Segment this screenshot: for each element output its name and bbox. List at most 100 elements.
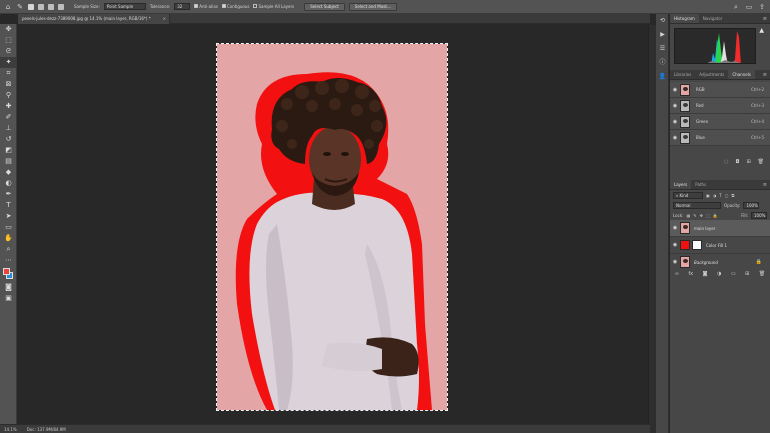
history-icon[interactable]: ⟲ [656, 14, 669, 28]
hand-tool-icon[interactable]: ✋ [0, 233, 17, 244]
select-and-mask-button[interactable]: Select and Mask... [348, 2, 398, 11]
foreground-color-swatch[interactable] [3, 268, 10, 275]
rectangle-tool-icon[interactable]: ▭ [0, 222, 17, 233]
panel-menu-icon[interactable]: ≡ [763, 180, 767, 190]
subtract-selection-icon[interactable] [48, 3, 54, 10]
lasso-tool-icon[interactable]: ᘓ [0, 46, 17, 57]
layer-row[interactable]: ◉ Color Fill 1 [670, 237, 770, 254]
close-icon[interactable]: × [163, 14, 166, 24]
panel-menu-icon[interactable]: ≡ [763, 14, 767, 24]
zoom-tool-icon[interactable]: ⌕ [0, 244, 17, 255]
screen-mode-icon[interactable]: ▣ [0, 293, 17, 304]
link-layers-icon[interactable]: ∞ [675, 271, 679, 277]
layer-name[interactable]: Background [694, 260, 718, 265]
select-subject-button[interactable]: Select Subject [304, 2, 345, 11]
marquee-tool-icon[interactable]: ⬚ [0, 35, 17, 46]
document-image[interactable] [216, 43, 448, 411]
lock-icon[interactable]: 🔒 [756, 259, 762, 265]
blur-tool-icon[interactable]: ◆ [0, 167, 17, 178]
layer-row[interactable]: ◉ main layer [670, 220, 770, 237]
filter-adjustment-icon[interactable]: ◑ [713, 193, 717, 198]
layer-mask-thumbnail[interactable] [692, 240, 702, 250]
properties-icon[interactable]: ☰ [656, 42, 669, 56]
load-selection-icon[interactable]: ◌ [724, 159, 728, 165]
layer-name[interactable]: Color Fill 1 [706, 243, 727, 248]
tab-layers[interactable]: Layers [670, 180, 692, 189]
workspace-icon[interactable]: ▭ [745, 3, 753, 11]
actions-icon[interactable]: ▶ [656, 28, 669, 42]
layer-kind-select[interactable]: ⌕ Kind [673, 191, 703, 199]
eyedropper-tool-icon[interactable]: ⚲ [0, 90, 17, 101]
opacity-input[interactable]: 100% [743, 201, 760, 209]
eye-icon[interactable]: ◉ [670, 87, 680, 93]
save-selection-icon[interactable]: ◘ [735, 159, 739, 165]
panel-menu-icon[interactable]: ≡ [763, 70, 767, 80]
tab-channels[interactable]: Channels [728, 70, 755, 79]
home-icon[interactable]: ⌂ [4, 3, 12, 11]
more-tools-icon[interactable]: ⋯ [0, 255, 17, 266]
channel-row[interactable]: ◉ Red Ctrl+3 [670, 98, 770, 114]
people-icon[interactable]: 👤 [656, 70, 669, 84]
quick-mask-icon[interactable]: ◙ [0, 282, 17, 293]
color-swatches[interactable] [0, 266, 16, 282]
frame-tool-icon[interactable]: ⊠ [0, 79, 17, 90]
warning-icon[interactable]: ▲ [759, 27, 764, 34]
trash-icon[interactable]: 🗑 [759, 271, 765, 277]
magic-wand-tool-icon[interactable]: ✦ [0, 57, 17, 68]
tolerance-input[interactable]: 32 [174, 3, 191, 10]
tab-paths[interactable]: Paths [691, 180, 710, 189]
sample-size-select[interactable]: Point Sample [103, 3, 146, 10]
new-selection-icon[interactable] [28, 3, 34, 10]
tab-libraries[interactable]: Libraries [670, 70, 695, 79]
add-selection-icon[interactable] [38, 3, 44, 10]
share-icon[interactable]: ⇪ [758, 3, 766, 11]
dodge-tool-icon[interactable]: ◐ [0, 178, 17, 189]
clone-stamp-tool-icon[interactable]: ⊥ [0, 123, 17, 134]
blend-mode-select[interactable]: Normal [673, 201, 721, 209]
tab-adjustments[interactable]: Adjustments [695, 70, 728, 79]
filter-smart-icon[interactable]: ⧉ [732, 193, 735, 198]
move-tool-icon[interactable]: ✥ [0, 24, 17, 35]
trash-icon[interactable]: 🗑 [758, 159, 764, 165]
layer-style-icon[interactable]: fx [688, 271, 693, 277]
new-channel-icon[interactable]: ⊞ [746, 159, 750, 165]
filter-pixel-icon[interactable]: ▣ [706, 193, 710, 198]
layer-name[interactable]: main layer [694, 226, 715, 231]
lock-image-icon[interactable]: ✎ [693, 213, 696, 218]
channel-row[interactable]: ◉ Green Ctrl+4 [670, 114, 770, 130]
filter-type-icon[interactable]: T [719, 193, 721, 198]
history-brush-tool-icon[interactable]: ↺ [0, 134, 17, 145]
tab-navigator[interactable]: Navigator [699, 14, 727, 23]
zoom-level[interactable]: 14.1% [4, 425, 17, 433]
eye-icon[interactable]: ◉ [670, 225, 680, 231]
contiguous-checkbox[interactable]: Contiguous [221, 4, 249, 9]
healing-brush-tool-icon[interactable]: ✚ [0, 101, 17, 112]
filter-shape-icon[interactable]: ▢ [725, 193, 729, 198]
tab-histogram[interactable]: Histogram [670, 14, 699, 23]
eye-icon[interactable]: ◉ [670, 242, 680, 248]
new-layer-icon[interactable]: ⊞ [745, 271, 749, 277]
anti-alias-checkbox[interactable]: Anti-alias [194, 4, 218, 9]
document-tab[interactable]: pexels-jules-dezz-7389008.jpg @ 14.1% (m… [18, 14, 170, 24]
lock-artboard-icon[interactable]: ⬚ [706, 213, 710, 218]
gradient-tool-icon[interactable]: ▤ [0, 156, 17, 167]
search-icon[interactable]: ⌕ [732, 3, 740, 11]
canvas-area[interactable] [18, 25, 648, 424]
document-info[interactable]: Doc: 137.9M/84.9M [27, 425, 66, 433]
adjustment-layer-icon[interactable]: ◑ [717, 271, 721, 277]
magic-wand-tool-icon[interactable]: ✎ [16, 3, 24, 11]
type-tool-icon[interactable]: T [0, 200, 17, 211]
fill-input[interactable]: 100% [751, 211, 767, 219]
pen-tool-icon[interactable]: ✒ [0, 189, 17, 200]
intersect-selection-icon[interactable] [58, 3, 64, 10]
add-mask-icon[interactable]: ◙ [703, 271, 708, 277]
lock-position-icon[interactable]: ✥ [700, 213, 703, 218]
lock-all-icon[interactable]: 🔒 [713, 213, 718, 218]
brush-tool-icon[interactable]: ✐ [0, 112, 17, 123]
info-icon[interactable]: ⓘ [656, 56, 669, 70]
eye-icon[interactable]: ◉ [670, 135, 680, 141]
vertical-scrollbar[interactable] [648, 25, 656, 433]
crop-tool-icon[interactable]: ⌗ [0, 68, 17, 79]
channel-row[interactable]: ◉ RGB Ctrl+2 [670, 82, 770, 98]
eraser-tool-icon[interactable]: ◩ [0, 145, 17, 156]
